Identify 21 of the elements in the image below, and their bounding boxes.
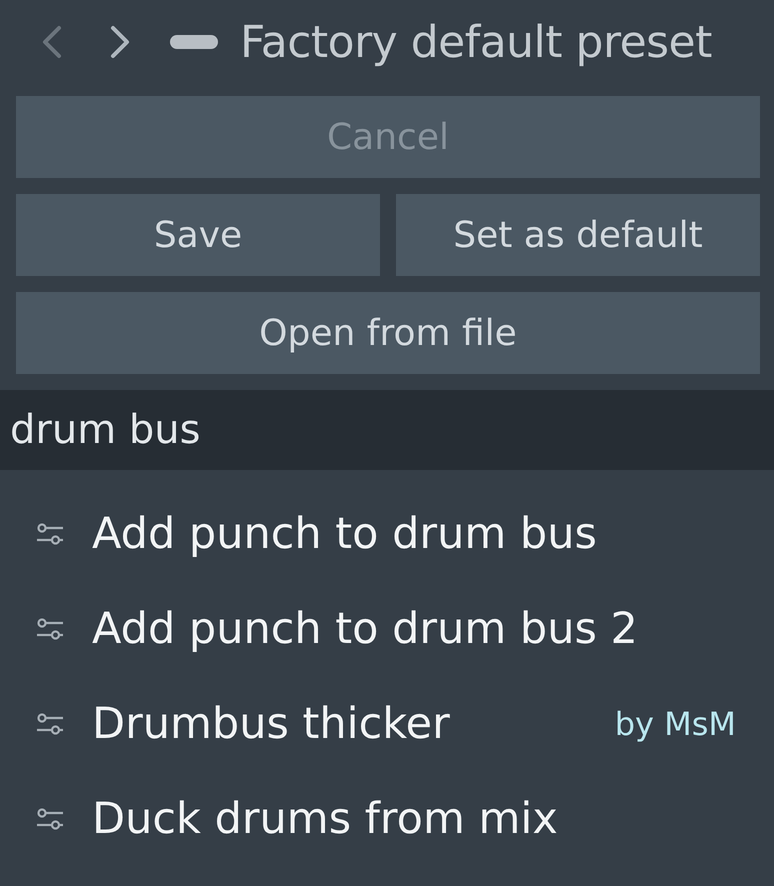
chevron-left-icon [41, 25, 63, 59]
preset-item[interactable]: Duck drums from mix [0, 771, 774, 866]
preset-item[interactable]: Add punch to drum bus 2 [0, 581, 774, 676]
sliders-icon [36, 522, 64, 544]
preset-name: Duck drums from mix [92, 794, 559, 844]
preset-button[interactable]: Save [16, 194, 380, 276]
sliders-icon [36, 808, 64, 830]
preset-item[interactable]: Drumbus thicker by MsM [0, 676, 774, 771]
minus-icon[interactable] [170, 35, 218, 49]
preset-name: Drumbus thicker [92, 698, 451, 748]
preset-name: Add punch to drum bus [92, 508, 598, 558]
preset-author: by MsM [614, 704, 736, 742]
preset-item[interactable]: Add punch to drum bus [0, 486, 774, 581]
sliders-icon [36, 712, 64, 734]
search-field[interactable]: drum bus [0, 390, 774, 470]
preset-title: Factory default preset [240, 16, 712, 68]
preset-name: Add punch to drum bus 2 [92, 604, 639, 654]
preset-button[interactable]: Open from file [16, 292, 760, 374]
chevron-right-icon [109, 25, 131, 59]
sliders-icon [36, 618, 64, 640]
preset-button[interactable]: Set as default [396, 194, 760, 276]
